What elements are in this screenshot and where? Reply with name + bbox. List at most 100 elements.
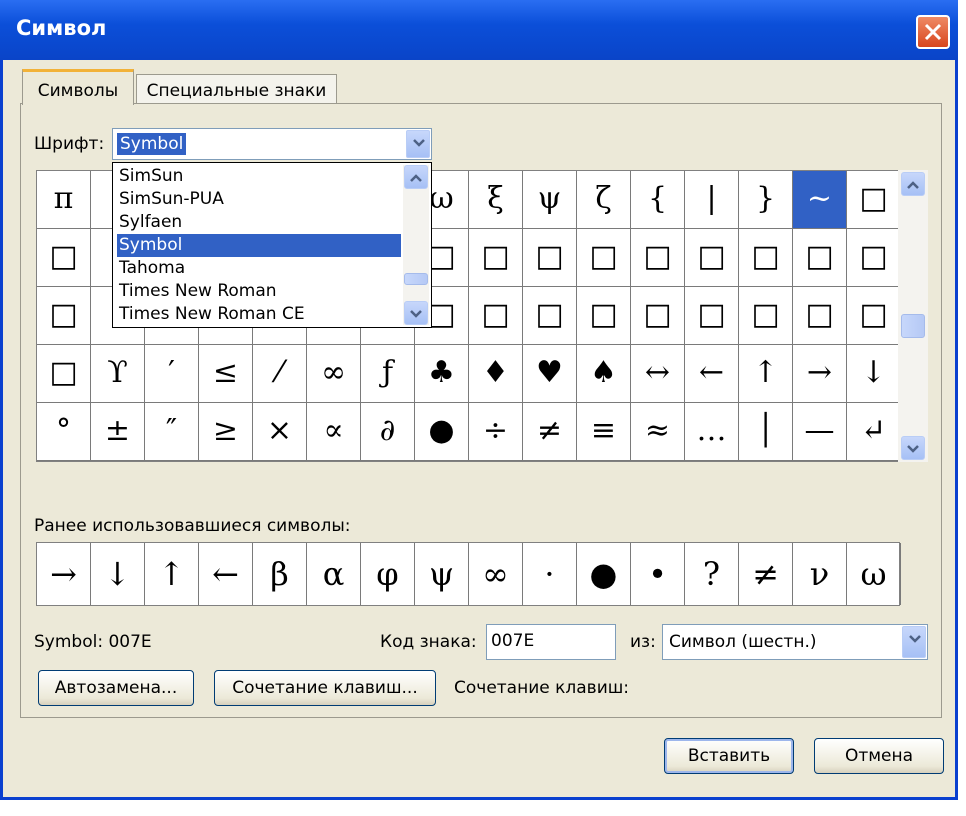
insert-button[interactable]: Вставить bbox=[664, 738, 794, 774]
symbol-cell[interactable]: □ bbox=[577, 287, 631, 345]
symbol-cell[interactable]: □ bbox=[685, 229, 739, 287]
symbol-cell[interactable]: ÷ bbox=[469, 403, 523, 461]
shortcut-key-button[interactable]: Сочетание клавиш... bbox=[214, 670, 436, 706]
symbol-cell[interactable]: □ bbox=[469, 287, 523, 345]
recent-symbol-cell[interactable]: ν bbox=[793, 543, 847, 605]
symbol-cell[interactable]: □ bbox=[847, 171, 901, 229]
symbol-cell[interactable]: ⁄ bbox=[253, 345, 307, 403]
from-select[interactable]: Символ (шестн.) bbox=[662, 624, 928, 660]
font-dropdown-list[interactable]: SimSun SimSun-PUA Sylfaen Symbol Tahoma Times… bbox=[112, 162, 432, 328]
symbol-cell[interactable]: □ bbox=[523, 287, 577, 345]
symbol-cell[interactable]: ♦ bbox=[469, 345, 523, 403]
symbol-cell[interactable]: □ bbox=[523, 229, 577, 287]
recent-symbol-cell[interactable]: → bbox=[37, 543, 91, 605]
symbol-cell[interactable]: ↵ bbox=[847, 403, 901, 461]
symbol-cell[interactable]: □ bbox=[631, 229, 685, 287]
symbol-cell[interactable]: π bbox=[37, 171, 91, 229]
symbol-cell[interactable]: □ bbox=[739, 229, 793, 287]
tab-symbols[interactable]: Символы bbox=[22, 69, 134, 105]
recent-symbol-cell[interactable]: α bbox=[307, 543, 361, 605]
recent-symbol-cell[interactable]: ? bbox=[685, 543, 739, 605]
close-button[interactable] bbox=[916, 15, 950, 49]
recent-symbol-cell[interactable]: ← bbox=[199, 543, 253, 605]
symbol-cell[interactable]: □ bbox=[577, 229, 631, 287]
symbol-cell[interactable]: ≥ bbox=[199, 403, 253, 461]
symbol-cell[interactable]: □ bbox=[37, 287, 91, 345]
font-option[interactable]: SimSun-PUA bbox=[117, 188, 401, 211]
symbol-cell[interactable]: ψ bbox=[523, 171, 577, 229]
symbol-cell[interactable]: ~ bbox=[793, 171, 847, 229]
symbol-cell[interactable]: ζ bbox=[577, 171, 631, 229]
scroll-thumb[interactable] bbox=[901, 314, 925, 338]
dropdown-scroll-down[interactable] bbox=[404, 301, 428, 325]
cancel-button[interactable]: Отмена bbox=[814, 738, 944, 774]
recent-symbol-cell[interactable]: ● bbox=[577, 543, 631, 605]
symbol-cell[interactable]: — bbox=[793, 403, 847, 461]
autocorrect-button[interactable]: Автозамена... bbox=[38, 670, 194, 706]
symbol-cell[interactable]: ∂ bbox=[361, 403, 415, 461]
recent-symbol-cell[interactable]: ∞ bbox=[469, 543, 523, 605]
symbol-cell[interactable]: ← bbox=[685, 345, 739, 403]
symbol-cell[interactable]: ♣ bbox=[415, 345, 469, 403]
symbol-cell[interactable]: ϒ bbox=[91, 345, 145, 403]
symbol-cell[interactable]: ≠ bbox=[523, 403, 577, 461]
symbol-cell[interactable]: ↑ bbox=[739, 345, 793, 403]
dropdown-scrollbar[interactable] bbox=[403, 165, 429, 325]
symbol-cell[interactable]: | bbox=[685, 171, 739, 229]
symbol-cell[interactable]: ♠ bbox=[577, 345, 631, 403]
symbol-cell[interactable]: □ bbox=[37, 345, 91, 403]
symbol-cell[interactable]: □ bbox=[793, 229, 847, 287]
tab-special-characters[interactable]: Специальные знаки bbox=[136, 74, 337, 104]
symbol-cell[interactable]: □ bbox=[631, 287, 685, 345]
symbol-cell[interactable]: □ bbox=[847, 229, 901, 287]
symbol-cell[interactable]: □ bbox=[847, 287, 901, 345]
symbol-cell[interactable]: ● bbox=[415, 403, 469, 461]
symbol-cell[interactable]: × bbox=[253, 403, 307, 461]
symbol-cell[interactable]: □ bbox=[469, 229, 523, 287]
font-option[interactable]: SimSun bbox=[117, 165, 401, 188]
scroll-up-button[interactable] bbox=[901, 172, 925, 196]
symbol-cell[interactable]: ≤ bbox=[199, 345, 253, 403]
symbol-cell[interactable]: } bbox=[739, 171, 793, 229]
scroll-down-button[interactable] bbox=[901, 436, 925, 460]
symbol-cell[interactable]: ↔ bbox=[631, 345, 685, 403]
font-select[interactable]: Symbol bbox=[112, 128, 432, 160]
from-dropdown-button[interactable] bbox=[902, 626, 926, 658]
grid-scrollbar[interactable] bbox=[898, 170, 928, 462]
recent-symbol-cell[interactable]: • bbox=[631, 543, 685, 605]
symbol-cell[interactable]: ′ bbox=[145, 345, 199, 403]
symbol-cell[interactable]: ↓ bbox=[847, 345, 901, 403]
symbol-cell[interactable]: │ bbox=[739, 403, 793, 461]
recent-symbol-cell[interactable]: ψ bbox=[415, 543, 469, 605]
recent-symbol-cell[interactable]: ω bbox=[847, 543, 901, 605]
font-option[interactable]: Tahoma bbox=[117, 257, 401, 280]
dropdown-scroll-up[interactable] bbox=[404, 165, 428, 189]
symbol-cell[interactable]: … bbox=[685, 403, 739, 461]
font-option[interactable]: Times New Roman CE bbox=[117, 303, 401, 326]
symbol-cell[interactable]: ♥ bbox=[523, 345, 577, 403]
symbol-cell[interactable]: ° bbox=[37, 403, 91, 461]
symbol-cell[interactable]: □ bbox=[37, 229, 91, 287]
recent-symbol-cell[interactable]: φ bbox=[361, 543, 415, 605]
symbol-cell[interactable]: ≈ bbox=[631, 403, 685, 461]
symbol-cell[interactable]: ∞ bbox=[307, 345, 361, 403]
symbol-cell[interactable]: ≡ bbox=[577, 403, 631, 461]
symbol-cell[interactable]: → bbox=[793, 345, 847, 403]
recent-symbol-cell[interactable]: · bbox=[523, 543, 577, 605]
font-option[interactable]: Times New Roman bbox=[117, 280, 401, 303]
symbol-cell[interactable]: □ bbox=[793, 287, 847, 345]
recent-symbol-cell[interactable]: ≠ bbox=[739, 543, 793, 605]
symbol-cell[interactable]: □ bbox=[739, 287, 793, 345]
symbol-cell[interactable]: ± bbox=[91, 403, 145, 461]
dropdown-scroll-thumb[interactable] bbox=[404, 273, 428, 285]
recent-symbols-row[interactable]: → ↓ ↑ ← β α φ ψ ∞ · ● •? ≠ ν ω bbox=[36, 542, 901, 606]
recent-symbol-cell[interactable]: β bbox=[253, 543, 307, 605]
font-option[interactable]: Symbol bbox=[117, 234, 401, 257]
symbol-cell[interactable]: ″ bbox=[145, 403, 199, 461]
symbol-cell[interactable]: ∝ bbox=[307, 403, 361, 461]
symbol-cell[interactable]: □ bbox=[685, 287, 739, 345]
symbol-cell[interactable]: ƒ bbox=[361, 345, 415, 403]
symbol-cell[interactable]: ξ bbox=[469, 171, 523, 229]
font-option[interactable]: Sylfaen bbox=[117, 211, 401, 234]
recent-symbol-cell[interactable]: ↑ bbox=[145, 543, 199, 605]
